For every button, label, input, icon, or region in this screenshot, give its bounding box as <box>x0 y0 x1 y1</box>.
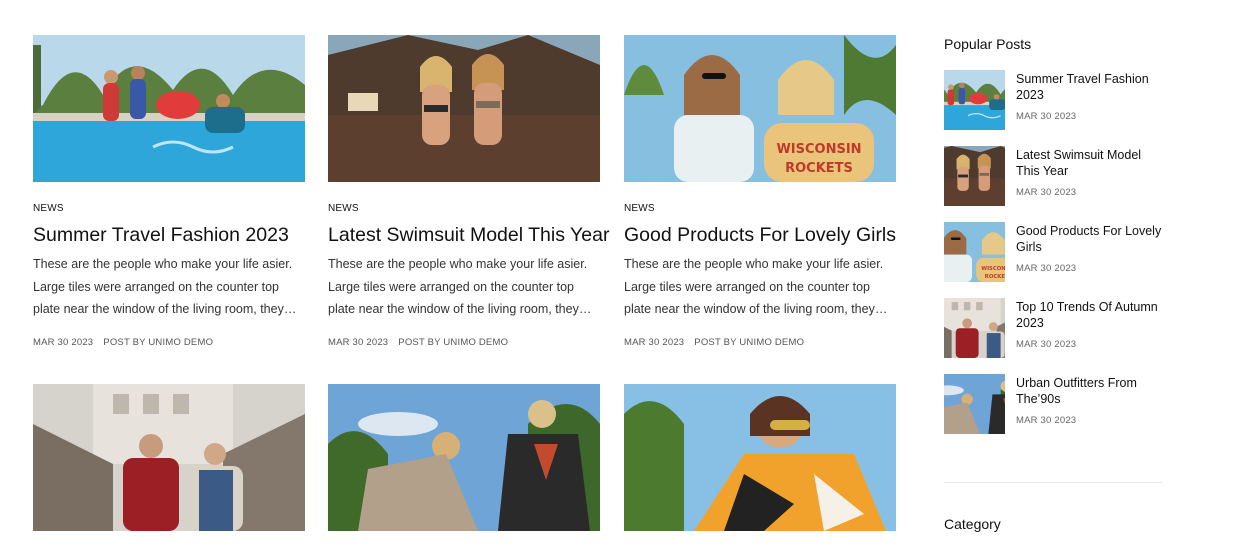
popular-post-title[interactable]: Urban Outfitters From The’90s <box>1016 375 1164 407</box>
sidebar: Popular Posts Summer Travel Fashion 2023… <box>944 0 1162 549</box>
pool-party-photo[interactable] <box>33 35 305 182</box>
post-author[interactable]: POST BY UNIMO DEMO <box>103 337 213 348</box>
post-card: NEWS Summer Travel Fashion 2023 These ar… <box>33 35 305 348</box>
blog-post-grid: NEWS Summer Travel Fashion 2023 These ar… <box>0 0 920 549</box>
popular-post-thumbnail[interactable] <box>944 70 1005 130</box>
popular-post-date: MAR 30 2023 <box>1016 339 1077 350</box>
popular-post-title[interactable]: Summer Travel Fashion 2023 <box>1016 71 1164 103</box>
popular-post-date: MAR 30 2023 <box>1016 187 1077 198</box>
post-title[interactable]: Summer Travel Fashion 2023 <box>33 224 313 247</box>
post-date: MAR 30 2023 <box>624 337 685 348</box>
scarf-women-photo[interactable] <box>328 384 600 531</box>
urban-men-photo[interactable] <box>33 384 305 531</box>
post-card <box>624 384 896 531</box>
post-excerpt: These are the people who make your life … <box>328 257 592 316</box>
post-card: NEWS Latest Swimsuit Model This Year The… <box>328 35 609 348</box>
two-girls-sweatshirts-photo[interactable] <box>624 35 896 182</box>
post-date: MAR 30 2023 <box>33 337 94 348</box>
post-title[interactable]: Latest Swimsuit Model This Year <box>328 224 609 247</box>
popular-posts-heading: Popular Posts <box>944 36 1032 52</box>
post-category[interactable]: NEWS <box>328 203 359 214</box>
popular-post-item[interactable]: Latest Swimsuit Model This Year MAR 30 2… <box>944 146 1162 206</box>
post-author[interactable]: POST BY UNIMO DEMO <box>398 337 508 348</box>
post-category[interactable]: NEWS <box>624 203 655 214</box>
post-card <box>33 384 305 531</box>
popular-post-item[interactable]: Top 10 Trends Of Autumn 2023 MAR 30 2023 <box>944 298 1162 358</box>
post-meta: MAR 30 2023 POST BY UNIMO DEMO <box>33 337 213 348</box>
category-heading: Category <box>944 516 1001 532</box>
popular-post-item[interactable]: Good Products For Lovely Girls MAR 30 20… <box>944 222 1162 282</box>
patterned-jacket-photo[interactable] <box>624 384 896 531</box>
popular-post-item[interactable]: Summer Travel Fashion 2023 MAR 30 2023 <box>944 70 1162 130</box>
post-excerpt: These are the people who make your life … <box>624 257 888 316</box>
popular-post-date: MAR 30 2023 <box>1016 415 1077 426</box>
sidebar-divider <box>944 482 1162 483</box>
post-excerpt: These are the people who make your life … <box>33 257 297 316</box>
post-meta: MAR 30 2023 POST BY UNIMO DEMO <box>624 337 804 348</box>
popular-post-title[interactable]: Latest Swimsuit Model This Year <box>1016 147 1164 179</box>
popular-post-thumbnail[interactable] <box>944 374 1005 434</box>
popular-post-thumbnail[interactable] <box>944 222 1005 282</box>
popular-post-item[interactable]: Urban Outfitters From The’90s MAR 30 202… <box>944 374 1162 434</box>
popular-post-title[interactable]: Top 10 Trends Of Autumn 2023 <box>1016 299 1164 331</box>
post-title[interactable]: Good Products For Lovely Girls <box>624 224 904 247</box>
post-date: MAR 30 2023 <box>328 337 389 348</box>
post-card <box>328 384 600 531</box>
popular-post-date: MAR 30 2023 <box>1016 263 1077 274</box>
post-card: NEWS Good Products For Lovely Girls Thes… <box>624 35 896 348</box>
beach-models-photo[interactable] <box>328 35 600 182</box>
post-meta: MAR 30 2023 POST BY UNIMO DEMO <box>328 337 508 348</box>
popular-post-title[interactable]: Good Products For Lovely Girls <box>1016 223 1164 255</box>
popular-post-thumbnail[interactable] <box>944 298 1005 358</box>
post-category[interactable]: NEWS <box>33 203 64 214</box>
post-author[interactable]: POST BY UNIMO DEMO <box>694 337 804 348</box>
popular-post-thumbnail[interactable] <box>944 146 1005 206</box>
popular-post-date: MAR 30 2023 <box>1016 111 1077 122</box>
